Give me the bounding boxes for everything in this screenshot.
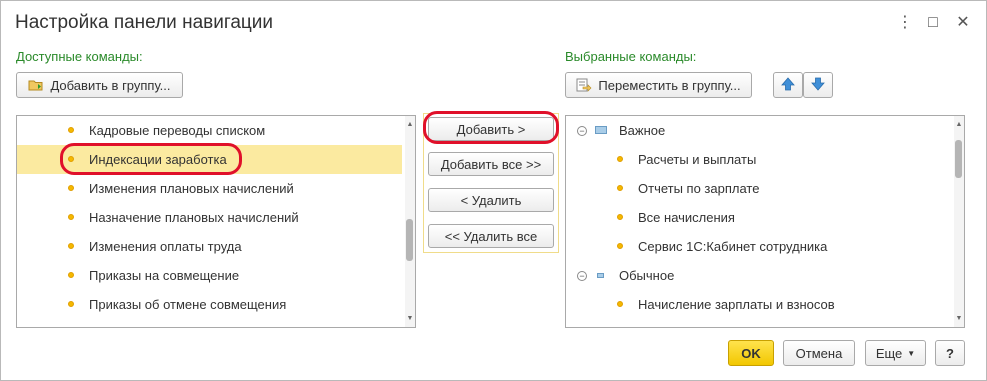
more-actions-button[interactable]: Еще ▼ <box>865 340 926 366</box>
command-bullet-icon <box>68 156 74 162</box>
tree-item-label: Все начисления <box>638 210 735 225</box>
move-down-button[interactable] <box>803 72 833 98</box>
tree-item-row[interactable]: Все начисления <box>566 203 951 232</box>
available-commands-list[interactable]: Кадровые переводы списком Индексации зар… <box>16 115 416 328</box>
command-bullet-icon <box>68 185 74 191</box>
list-item-label: Приказы на совмещение <box>89 268 240 283</box>
tree-item-label: Расчеты и выплаты <box>638 152 757 167</box>
list-item-label: Приказы об отмене совмещения <box>89 297 287 312</box>
list-item-label: Назначение плановых начислений <box>89 210 299 225</box>
tree-item-row[interactable]: Начисление зарплаты и взносов <box>566 290 951 319</box>
group-folder-icon <box>597 273 604 278</box>
tree-item-label: Сервис 1С:Кабинет сотрудника <box>638 239 828 254</box>
selected-tree-scrollbar[interactable]: ▲ ▼ <box>954 116 964 327</box>
remove-button[interactable]: < Удалить <box>428 188 554 212</box>
command-bullet-icon <box>68 243 74 249</box>
more-actions-label: Еще <box>875 345 903 361</box>
list-item[interactable]: Изменения оплаты труда <box>17 232 402 261</box>
list-item-partial[interactable] <box>17 319 402 327</box>
group-label: Обычное <box>619 268 675 283</box>
folder-add-icon <box>28 78 44 92</box>
help-button[interactable]: ? <box>935 340 965 366</box>
scroll-down-arrow-icon[interactable]: ▼ <box>405 314 415 324</box>
ok-button[interactable]: OK <box>728 340 774 366</box>
command-bullet-icon <box>617 156 623 162</box>
tree-group-row[interactable]: − Важное <box>566 116 951 145</box>
tree-item-partial[interactable] <box>566 319 951 327</box>
collapse-toggle-icon[interactable]: − <box>577 126 587 136</box>
tree-group-row[interactable]: − Обычное <box>566 261 951 290</box>
cancel-button[interactable]: Отмена <box>783 340 855 366</box>
command-bullet-icon <box>617 243 623 249</box>
add-to-group-label: Добавить в группу... <box>50 77 171 93</box>
maximize-icon[interactable]: □ <box>921 11 945 35</box>
add-all-button[interactable]: Добавить все >> <box>428 152 554 176</box>
tree-item-row[interactable]: Расчеты и выплаты <box>566 145 951 174</box>
scroll-down-arrow-icon[interactable]: ▼ <box>954 314 964 324</box>
tree-item-label: Отчеты по зарплате <box>638 181 760 196</box>
command-bullet-icon <box>68 214 74 220</box>
move-group-icon <box>576 78 592 92</box>
tree-item-row[interactable]: Отчеты по зарплате <box>566 174 951 203</box>
list-item-label: Индексации заработка <box>89 152 227 167</box>
chevron-down-icon: ▼ <box>907 348 916 358</box>
move-up-button[interactable] <box>773 72 803 98</box>
list-item-label: Кадровые переводы списком <box>89 123 266 138</box>
tree-item-row[interactable]: Сервис 1С:Кабинет сотрудника <box>566 232 951 261</box>
available-list-scrollbar[interactable]: ▲ ▼ <box>405 116 415 327</box>
close-icon[interactable]: ✕ <box>951 11 975 35</box>
scroll-up-arrow-icon[interactable]: ▲ <box>405 120 415 130</box>
group-label: Важное <box>619 123 666 138</box>
list-item[interactable]: Приказы об отмене совмещения <box>17 290 402 319</box>
command-bullet-icon <box>617 214 623 220</box>
selected-commands-label: Выбранные команды: <box>565 49 697 64</box>
scroll-thumb[interactable] <box>406 219 413 261</box>
group-folder-icon <box>595 126 607 134</box>
list-item-selected[interactable]: Индексации заработка <box>17 145 402 174</box>
add-to-group-button[interactable]: Добавить в группу... <box>16 72 183 98</box>
scroll-thumb[interactable] <box>955 140 962 178</box>
scroll-up-arrow-icon[interactable]: ▲ <box>954 120 964 130</box>
remove-all-button[interactable]: << Удалить все <box>428 224 554 248</box>
selected-commands-tree[interactable]: − Важное Расчеты и выплаты Отчеты по зар… <box>565 115 965 328</box>
title-bar: Настройка панели навигации ⋮ □ ✕ <box>1 1 986 45</box>
more-menu-icon[interactable]: ⋮ <box>893 11 917 35</box>
available-commands-label: Доступные команды: <box>16 49 143 64</box>
command-bullet-icon <box>68 127 74 133</box>
list-item-label: Изменения плановых начислений <box>89 181 294 196</box>
list-item-label: Изменения оплаты труда <box>89 239 242 254</box>
tree-item-label: Начисление зарплаты и взносов <box>638 297 835 312</box>
list-item[interactable]: Назначение плановых начислений <box>17 203 402 232</box>
command-bullet-icon <box>617 185 623 191</box>
move-to-group-label: Переместить в группу... <box>598 77 741 93</box>
list-item[interactable]: Приказы на совмещение <box>17 261 402 290</box>
arrow-down-icon <box>811 77 825 94</box>
navigation-panel-settings-dialog: Настройка панели навигации ⋮ □ ✕ Доступн… <box>0 0 987 381</box>
move-to-group-button[interactable]: Переместить в группу... <box>565 72 752 98</box>
command-bullet-icon <box>617 301 623 307</box>
dialog-title: Настройка панели навигации <box>15 12 274 33</box>
arrow-up-icon <box>781 76 795 94</box>
command-bullet-icon <box>68 301 74 307</box>
list-item[interactable]: Кадровые переводы списком <box>17 116 402 145</box>
list-item[interactable]: Изменения плановых начислений <box>17 174 402 203</box>
command-bullet-icon <box>68 272 74 278</box>
collapse-toggle-icon[interactable]: − <box>577 271 587 281</box>
add-button[interactable]: Добавить > <box>428 117 554 141</box>
